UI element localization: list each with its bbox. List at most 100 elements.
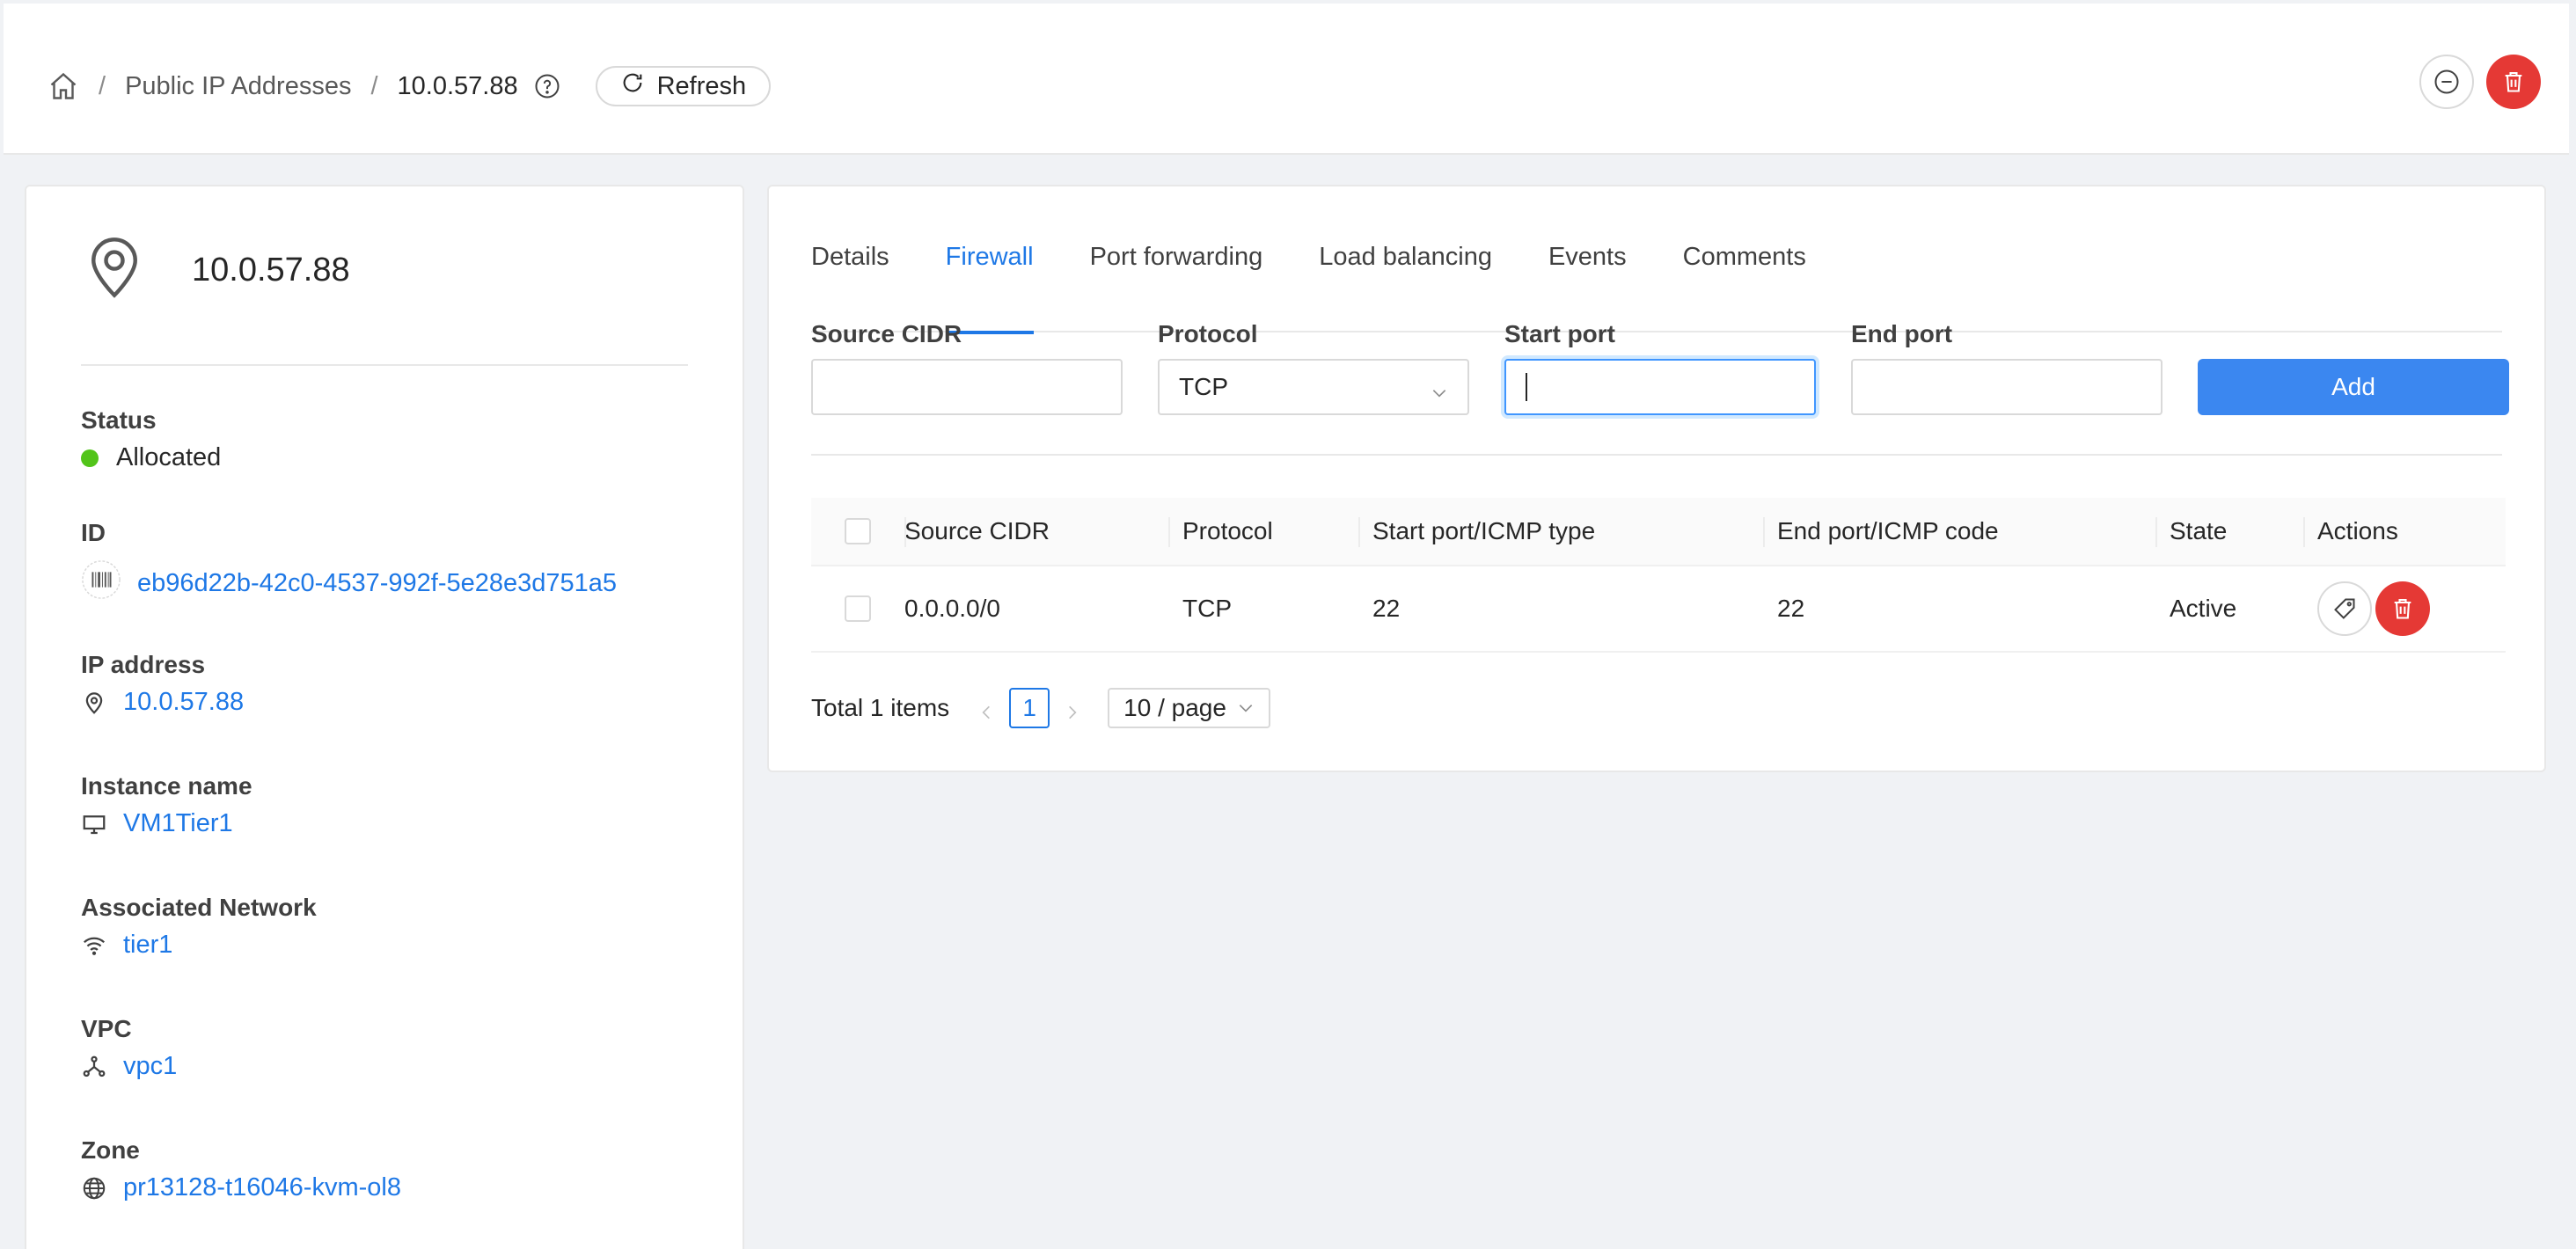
tab-events[interactable]: Events bbox=[1548, 230, 1627, 332]
instance-name-value[interactable]: VM1Tier1 bbox=[123, 809, 233, 838]
tab-comments[interactable]: Comments bbox=[1683, 230, 1806, 332]
associated-network-field: Associated Network tier1 bbox=[81, 894, 317, 960]
chevron-down-icon bbox=[1431, 380, 1448, 398]
add-rule-button[interactable]: Add bbox=[2198, 359, 2509, 415]
table-row: 0.0.0.0/0 TCP 22 22 Active bbox=[811, 566, 2506, 653]
table-header: Source CIDR Protocol Start port/ICMP typ… bbox=[811, 498, 2506, 566]
resource-details-card: 10.0.57.88 Status Allocated ID eb96d22b-… bbox=[25, 185, 744, 1249]
chevron-left-icon[interactable] bbox=[977, 699, 995, 719]
tab-bar: Details Firewall Port forwarding Load ba… bbox=[811, 230, 2502, 334]
tab-firewall[interactable]: Firewall bbox=[945, 230, 1034, 334]
cell-end-port: 22 bbox=[1777, 595, 1805, 622]
instance-name-label: Instance name bbox=[81, 772, 252, 800]
desktop-icon bbox=[81, 811, 107, 837]
select-all-checkbox[interactable] bbox=[845, 518, 871, 544]
question-circle-icon[interactable] bbox=[534, 73, 560, 99]
protocol-label: Protocol bbox=[1158, 320, 1258, 347]
delete-button[interactable] bbox=[2486, 55, 2541, 109]
zone-value[interactable]: pr13128-t16046-kvm-ol8 bbox=[123, 1173, 401, 1202]
protocol-select[interactable]: TCP bbox=[1158, 359, 1469, 415]
start-port-label: Start port bbox=[1504, 320, 1615, 347]
release-ip-button[interactable] bbox=[2419, 55, 2474, 109]
map-pin-icon bbox=[81, 234, 148, 307]
status-dot bbox=[81, 449, 99, 467]
ip-address-value[interactable]: 10.0.57.88 bbox=[123, 688, 244, 717]
page-number[interactable]: 1 bbox=[1009, 688, 1050, 728]
breadcrumb-public-ip-addresses[interactable]: Public IP Addresses bbox=[125, 72, 351, 101]
ip-address-label: IP address bbox=[81, 651, 206, 678]
start-port-input[interactable] bbox=[1504, 359, 1816, 415]
ip-address-field: IP address 10.0.57.88 bbox=[81, 651, 244, 717]
firewall-rule-form: Source CIDR Protocol TCP Start port End … bbox=[811, 320, 2509, 415]
total-items: Total 1 items bbox=[811, 694, 950, 721]
status-label: Status bbox=[81, 406, 157, 434]
trash-icon bbox=[2505, 72, 2522, 92]
trash-icon bbox=[2394, 599, 2411, 619]
associated-network-label: Associated Network bbox=[81, 894, 317, 921]
column-header-state: State bbox=[2155, 498, 2303, 565]
edit-tags-button[interactable] bbox=[2317, 581, 2372, 636]
map-pin-icon bbox=[81, 690, 107, 716]
status-badge: Allocated bbox=[116, 443, 222, 471]
breadcrumb-separator: / bbox=[99, 71, 106, 100]
column-header-source-cidr: Source CIDR bbox=[904, 498, 1168, 565]
delete-rule-button[interactable] bbox=[2375, 581, 2430, 636]
id-field: ID eb96d22b-42c0-4537-992f-5e28e3d751a5 bbox=[81, 519, 617, 607]
barcode-icon bbox=[81, 559, 121, 607]
end-port-input[interactable] bbox=[1851, 359, 2163, 415]
page-size-select[interactable]: 10 / page bbox=[1108, 688, 1270, 728]
firewall-rules-table: Source CIDR Protocol Start port/ICMP typ… bbox=[811, 498, 2506, 653]
pagination: Total 1 items 1 10 / page bbox=[811, 688, 1270, 728]
tab-details[interactable]: Details bbox=[811, 230, 889, 332]
breadcrumb-current: 10.0.57.88 bbox=[397, 71, 518, 100]
vpc-field: VPC vpc1 bbox=[81, 1015, 177, 1081]
cell-start-port: 22 bbox=[1372, 595, 1401, 622]
resource-header: 10.0.57.88 bbox=[81, 234, 350, 307]
column-header-start-port: Start port/ICMP type bbox=[1358, 498, 1763, 565]
page-size-value: 10 / page bbox=[1123, 694, 1226, 721]
tab-port-forwarding[interactable]: Port forwarding bbox=[1090, 230, 1263, 332]
home-icon[interactable] bbox=[48, 70, 79, 102]
instance-name-field: Instance name VM1Tier1 bbox=[81, 772, 252, 838]
id-label: ID bbox=[81, 519, 106, 546]
page-header: / Public IP Addresses / 10.0.57.88 Refre… bbox=[4, 4, 2569, 155]
associated-network-value[interactable]: tier1 bbox=[123, 931, 172, 960]
divider bbox=[811, 454, 2502, 456]
tag-icon bbox=[2334, 598, 2355, 619]
vpc-value[interactable]: vpc1 bbox=[123, 1052, 177, 1081]
column-header-actions: Actions bbox=[2303, 498, 2506, 565]
resource-title: 10.0.57.88 bbox=[192, 252, 350, 289]
header-actions bbox=[2419, 55, 2541, 109]
refresh-label: Refresh bbox=[656, 71, 747, 100]
wifi-icon bbox=[81, 932, 107, 959]
text-caret bbox=[1526, 373, 1527, 401]
column-header-end-port: End port/ICMP code bbox=[1763, 498, 2155, 565]
end-port-label: End port bbox=[1851, 320, 1953, 347]
row-checkbox[interactable] bbox=[845, 595, 871, 622]
id-value[interactable]: eb96d22b-42c0-4537-992f-5e28e3d751a5 bbox=[137, 569, 617, 598]
source-cidr-input[interactable] bbox=[811, 359, 1123, 415]
cell-source-cidr: 0.0.0.0/0 bbox=[904, 595, 1000, 622]
chevron-right-icon[interactable] bbox=[1064, 699, 1081, 719]
vpc-label: VPC bbox=[81, 1015, 132, 1042]
cell-actions bbox=[2303, 566, 2506, 651]
protocol-selected-value: TCP bbox=[1179, 373, 1228, 400]
network-nodes-icon bbox=[81, 1054, 107, 1080]
reload-icon bbox=[620, 70, 645, 102]
chevron-down-icon bbox=[1239, 705, 1253, 712]
tab-load-balancing[interactable]: Load balancing bbox=[1319, 230, 1492, 332]
zone-field: Zone pr13128-t16046-kvm-ol8 bbox=[81, 1136, 401, 1202]
refresh-button[interactable]: Refresh bbox=[595, 66, 772, 106]
zone-label: Zone bbox=[81, 1136, 140, 1164]
tabs-card: Details Firewall Port forwarding Load ba… bbox=[767, 185, 2546, 772]
status-field: Status Allocated bbox=[81, 406, 221, 472]
cell-protocol: TCP bbox=[1182, 595, 1232, 622]
breadcrumb: / Public IP Addresses / 10.0.57.88 Refre… bbox=[48, 65, 772, 107]
source-cidr-label: Source CIDR bbox=[811, 320, 962, 347]
cell-state: Active bbox=[2170, 595, 2237, 622]
minus-circle-icon bbox=[2434, 69, 2459, 94]
globe-icon bbox=[81, 1175, 107, 1202]
breadcrumb-separator: / bbox=[370, 71, 378, 100]
divider bbox=[81, 364, 688, 366]
column-header-protocol: Protocol bbox=[1168, 498, 1358, 565]
